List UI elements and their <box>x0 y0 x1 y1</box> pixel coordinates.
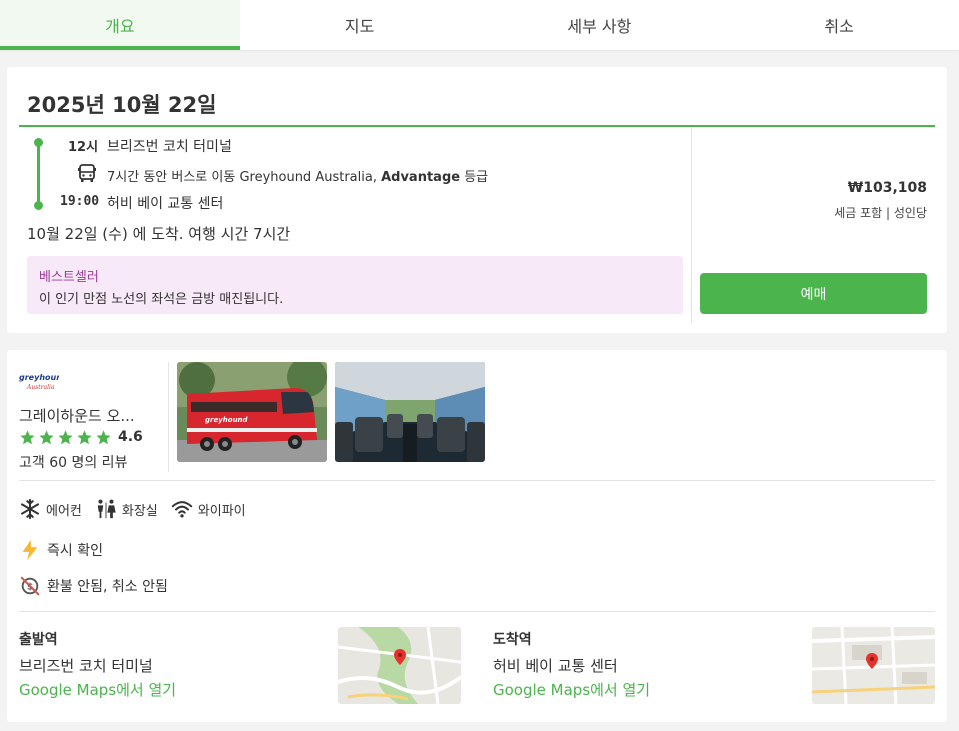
price: ₩103,108 <box>847 180 927 196</box>
trip-date: 2025년 10월 22일 <box>27 93 217 117</box>
departure-station-label: 출발역 <box>19 632 58 648</box>
arrival-time: 19:00 <box>60 194 100 209</box>
greyhound-logo: greyhound Australia <box>19 373 59 391</box>
amenity-air-conditioning: 에어컨 <box>19 498 82 520</box>
arrival-station-label: 도착역 <box>493 632 532 648</box>
section-divider <box>19 480 935 481</box>
tab-map[interactable]: 지도 <box>240 0 480 50</box>
instant-confirmation-label: 즉시 확인 <box>47 543 103 559</box>
bus-interior-photo[interactable] <box>335 362 485 462</box>
amenities-list: 에어컨 화장실 와이파이 <box>19 498 259 520</box>
travel-class-suffix: 등급 <box>460 170 489 185</box>
restroom-icon <box>97 499 116 519</box>
star-icon <box>39 430 54 445</box>
bestseller-title: 베스트셀러 <box>39 270 99 285</box>
star-icon <box>20 430 35 445</box>
star-icon <box>58 430 73 445</box>
departure-dot <box>34 138 43 147</box>
tab-bar: 개요 지도 세부 사항 취소 <box>0 0 959 50</box>
bestseller-description: 이 인기 만점 노선의 좌석은 금방 매진됩니다. <box>39 292 284 307</box>
departure-station: 브리즈번 코치 터미널 <box>107 139 232 155</box>
svg-text:greyhound: greyhound <box>19 373 59 382</box>
wifi-icon <box>171 501 192 518</box>
star-rating <box>19 429 112 446</box>
section-divider <box>19 611 935 612</box>
bus-icon <box>78 164 96 182</box>
arrival-station: 허비 베이 교통 센터 <box>107 196 224 212</box>
departure-time: 12시 <box>68 140 99 155</box>
rating-value: 4.6 <box>118 429 143 445</box>
tab-overview[interactable]: 개요 <box>0 0 240 50</box>
arrival-dot <box>34 201 43 210</box>
route-line <box>37 140 40 204</box>
travel-class: Advantage <box>381 170 461 185</box>
snowflake-icon <box>21 498 39 520</box>
arrival-map-thumbnail[interactable] <box>812 627 935 704</box>
bus-exterior-photo[interactable]: greyhound <box>177 362 327 462</box>
departure-maps-link[interactable]: Google Maps에서 열기 <box>19 679 176 700</box>
departure-station-name: 브리즈번 코치 터미널 <box>19 657 153 675</box>
star-icon <box>96 430 111 445</box>
arrival-summary: 10월 22일 (수) 에 도착. 여행 시간 7시간 <box>27 225 291 243</box>
amenity-wifi: 와이파이 <box>171 498 246 520</box>
operator-name[interactable]: 그레이하운드 오... <box>19 405 135 426</box>
arrival-maps-link[interactable]: Google Maps에서 열기 <box>493 679 650 700</box>
departure-map-thumbnail[interactable] <box>338 627 461 704</box>
operator-card: greyhound Australia 그레이하운드 오... 4.6 고객 6… <box>7 350 947 722</box>
svg-text:Australia: Australia <box>26 384 55 391</box>
tab-cancellation[interactable]: 취소 <box>719 0 959 50</box>
instant-confirmation: 즉시 확인 <box>19 539 103 561</box>
amenity-label: 와이파이 <box>197 503 246 519</box>
refund-policy-label: 환불 안됨, 취소 안됨 <box>47 579 168 595</box>
bestseller-banner: 베스트셀러 이 인기 만점 노선의 좌석은 금방 매진됩니다. <box>27 256 683 314</box>
arrival-station-name: 허비 베이 교통 센터 <box>493 657 618 675</box>
amenity-label: 에어컨 <box>46 503 82 519</box>
tab-details[interactable]: 세부 사항 <box>480 0 720 50</box>
travel-description: 7시간 동안 버스로 이동 Greyhound Australia, Advan… <box>107 166 488 185</box>
amenity-restroom: 화장실 <box>95 498 158 520</box>
no-refund-icon: $ <box>20 576 40 596</box>
trip-summary-card: 2025년 10월 22일 12시 브리즈번 코치 터미널 7시간 동안 버스로… <box>7 67 947 333</box>
book-button[interactable]: 예매 <box>700 273 927 314</box>
price-note: 세금 포함 | 성인당 <box>834 206 927 220</box>
refund-policy: $ 환불 안됨, 취소 안됨 <box>19 575 168 597</box>
svg-text:greyhound: greyhound <box>205 416 249 424</box>
travel-text: 7시간 동안 버스로 이동 Greyhound Australia, <box>107 170 382 185</box>
price-divider <box>691 127 692 323</box>
amenity-label: 화장실 <box>121 503 158 519</box>
header-divider <box>19 125 935 127</box>
review-count[interactable]: 고객 60 명의 리뷰 <box>19 452 127 472</box>
lightning-icon <box>22 539 38 561</box>
star-icon <box>77 430 92 445</box>
operator-divider <box>168 362 169 472</box>
